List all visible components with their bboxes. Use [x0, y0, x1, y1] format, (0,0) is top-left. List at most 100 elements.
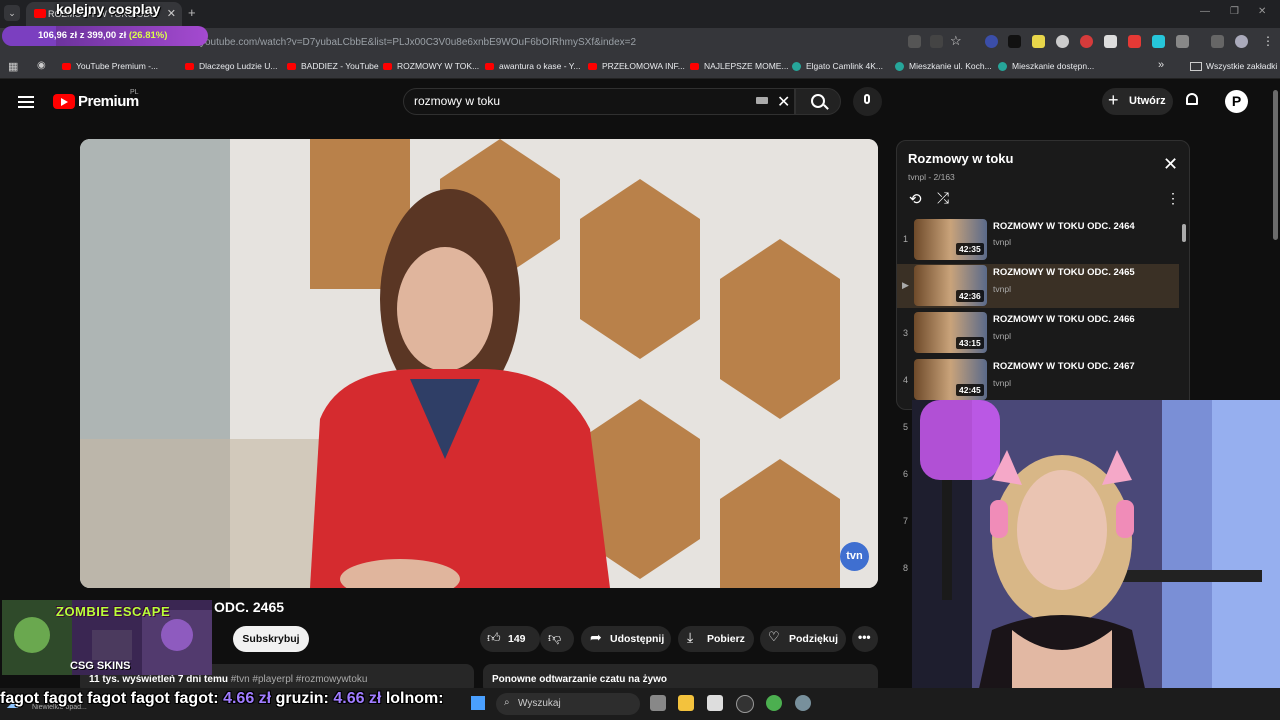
video-player[interactable]	[80, 139, 878, 588]
close-playlist-icon[interactable]: ✕	[1163, 154, 1178, 175]
share-label: Udostępnij	[610, 633, 665, 645]
all-bookmarks-folder[interactable]: Wszystkie zakładki	[1190, 61, 1277, 72]
profile-icon[interactable]	[1235, 35, 1248, 48]
youtube-favicon-icon	[34, 9, 46, 18]
bookmark-item[interactable]: awantura o kase - Y...	[485, 61, 580, 71]
folder-icon	[1190, 62, 1202, 72]
thanks-label: Podziękuj	[789, 633, 839, 645]
close-tab-icon[interactable]: ✕	[167, 7, 176, 20]
close-window-button[interactable]: ✕	[1258, 6, 1266, 17]
video-frame	[80, 139, 878, 588]
youtube-icon	[287, 63, 296, 71]
plus-icon: +	[1108, 90, 1119, 110]
page-scrollbar[interactable]	[1273, 90, 1278, 240]
shuffle-icon[interactable]: ⤮	[937, 190, 949, 207]
bookmark-item[interactable]: BADDIEZ - YouTube	[287, 61, 379, 71]
extension-icon[interactable]	[1152, 35, 1165, 48]
store-icon[interactable]	[707, 695, 723, 711]
bookmark-item[interactable]: ROZMOWY W TOK...	[383, 61, 479, 71]
donation-goal-text: 106,96 zł z 399,00 zł (26.81%)	[38, 30, 168, 41]
shield-icon[interactable]	[1104, 35, 1117, 48]
bookmark-item[interactable]: Dlaczego Ludzie U...	[185, 61, 277, 71]
settings-gear-icon[interactable]	[795, 695, 811, 711]
create-button-label: Utwórz	[1129, 95, 1166, 107]
download-icon: ⤓	[687, 629, 694, 645]
search-icon	[811, 94, 825, 108]
task-view-icon[interactable]	[650, 695, 666, 711]
playlist-title[interactable]: Rozmowy w toku	[908, 151, 1013, 166]
extension-icon[interactable]	[1008, 35, 1021, 48]
playlist-more-icon[interactable]: ⋮	[1166, 190, 1180, 207]
playlist-index: 8	[903, 563, 909, 573]
like-count: 149	[508, 633, 526, 645]
install-app-icon[interactable]	[908, 35, 921, 48]
youtube-icon	[588, 63, 597, 71]
hamburger-menu-icon[interactable]	[18, 93, 34, 111]
bookmark-item[interactable]: Elgato Camlink 4K...	[792, 61, 883, 72]
puzzle-icon[interactable]	[1176, 35, 1189, 48]
new-tab-button[interactable]: +	[188, 5, 196, 20]
playlist-channel: tvnpl	[993, 378, 1011, 388]
extension-icon[interactable]	[1128, 35, 1141, 48]
youtube-icon	[383, 63, 392, 71]
youtube-icon	[485, 63, 494, 71]
avatar[interactable]: P	[1225, 90, 1248, 113]
file-explorer-icon[interactable]	[678, 695, 694, 711]
bookmark-item[interactable]: Mieszkanie dostępn...	[998, 61, 1094, 72]
channel-watermark: tvn	[840, 542, 869, 571]
webcam-overlay	[912, 400, 1280, 720]
extension-icon[interactable]	[985, 35, 998, 48]
bookmark-site-icon	[792, 62, 801, 72]
search-input-value[interactable]: rozmowy w toku	[414, 94, 500, 108]
region-label: PL	[130, 89, 139, 96]
webcam-frame	[912, 400, 1280, 720]
more-bookmarks-icon[interactable]: »	[1158, 59, 1164, 71]
app-icon[interactable]	[736, 695, 754, 713]
extension-icon[interactable]	[1032, 35, 1045, 48]
playlist-scrollbar[interactable]	[1182, 224, 1186, 242]
chat-replay-label: Ponowne odtwarzanie czatu na żywo	[492, 674, 668, 685]
more-horizontal-icon: •••	[858, 630, 871, 644]
notifications-bell-icon[interactable]	[1186, 93, 1198, 105]
browser-menu-icon[interactable]: ⋮	[1262, 34, 1274, 48]
playlist-index: 7	[903, 516, 909, 526]
chrome-icon[interactable]	[766, 695, 782, 711]
microphone-icon	[864, 94, 870, 104]
extension-icon[interactable]	[1056, 35, 1069, 48]
thanks-icon: ♡	[768, 629, 780, 644]
playlist-index: 3	[903, 328, 909, 338]
bookmark-item[interactable]: Mieszkanie ul. Koch...	[895, 61, 992, 72]
playlist-index: 1	[903, 234, 909, 244]
extension-icon[interactable]	[1080, 35, 1093, 48]
apps-grid-icon[interactable]: ▦	[8, 60, 18, 73]
playlist-index: 6	[903, 469, 909, 479]
voice-search-button[interactable]	[853, 87, 882, 116]
thumbs-up-icon: 👍︎	[487, 630, 501, 645]
thumbs-down-icon: 👎︎	[548, 630, 562, 645]
keyboard-icon[interactable]	[756, 97, 768, 104]
bookmark-folder-icon[interactable]: ◉	[37, 60, 46, 71]
bookmark-star-icon[interactable]: ☆	[950, 33, 962, 49]
minimize-button[interactable]: —	[1200, 6, 1210, 17]
bookmark-site-icon	[895, 62, 904, 72]
subscribe-button[interactable]: Subskrybuj	[233, 626, 309, 652]
playlist-subtitle: tvnpl - 2/163	[908, 172, 955, 182]
donation-ticker: fagot fagot fagot fagot fagot: 4.66 zł g…	[0, 690, 444, 707]
maximize-button[interactable]: ❐	[1230, 6, 1239, 17]
bookmark-item[interactable]: PRZEŁOMOWA INF...	[588, 61, 685, 71]
loop-icon[interactable]: ⟲	[909, 190, 922, 208]
bookmark-item[interactable]: YouTube Premium -...	[62, 61, 158, 71]
media-icon[interactable]	[1211, 35, 1224, 48]
tab-search-button[interactable]: ⌄	[4, 5, 20, 21]
playlist-channel: tvnpl	[993, 284, 1011, 294]
playlist-index: 5	[903, 422, 909, 432]
download-label: Pobierz	[707, 633, 745, 645]
youtube-icon	[185, 63, 194, 71]
duration-badge: 42:45	[956, 384, 984, 396]
url-field[interactable]: youtube.com/watch?v=D7yubaLCbbE&list=PLJ…	[200, 37, 636, 48]
zoom-icon[interactable]	[930, 35, 943, 48]
playlist-video-title: ROZMOWY W TOKU ODC. 2465	[993, 267, 1135, 278]
youtube-logo-icon[interactable]	[53, 94, 75, 109]
clear-search-icon[interactable]: ✕	[777, 92, 790, 112]
bookmark-item[interactable]: NAJLEPSZE MOME...	[690, 61, 789, 71]
